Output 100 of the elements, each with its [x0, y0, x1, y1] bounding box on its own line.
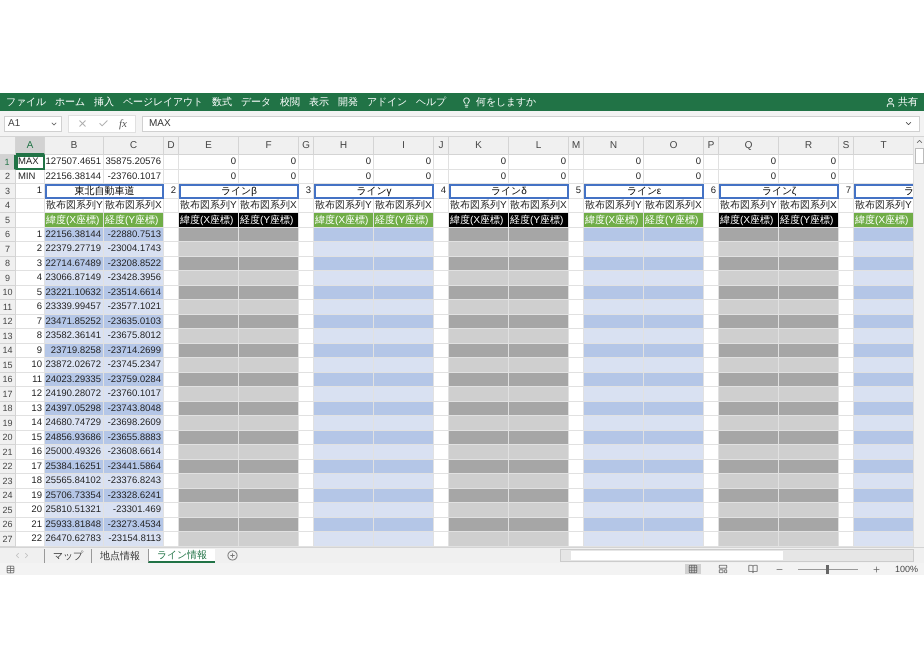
row-header[interactable]: 14	[0, 344, 16, 358]
row-header[interactable]: 5	[0, 213, 16, 228]
row-header[interactable]: 25	[0, 503, 16, 518]
column-header[interactable]: T	[854, 137, 914, 155]
column-header[interactable]: A	[16, 137, 45, 155]
tell-me-search[interactable]: 何をしますか	[461, 95, 536, 109]
row-header[interactable]: 8	[0, 256, 16, 271]
row-header[interactable]: 2	[0, 170, 16, 184]
line-title: ラインβ	[179, 184, 299, 198]
table-cell: 19	[16, 488, 45, 503]
previous-sheet-icon[interactable]	[13, 551, 22, 560]
column-header[interactable]: I	[374, 137, 434, 155]
row-header[interactable]: 27	[0, 532, 16, 546]
sheet-tab[interactable]: ライン情報	[148, 548, 215, 562]
row-header[interactable]: 4	[0, 198, 16, 213]
column-header[interactable]: C	[104, 137, 164, 155]
row-header[interactable]: 20	[0, 430, 16, 445]
zoom-level: 100%	[894, 564, 918, 574]
column-header[interactable]: H	[314, 137, 374, 155]
row-header[interactable]: 21	[0, 445, 16, 460]
ribbon-tab[interactable]: 表示	[309, 95, 329, 109]
row-header[interactable]: 3	[0, 184, 16, 198]
row-header[interactable]: 19	[0, 416, 16, 430]
column-header[interactable]: P	[704, 137, 719, 155]
row-header[interactable]: 7	[0, 242, 16, 256]
formula-field[interactable]: MAX	[142, 116, 920, 132]
vertical-scrollbar[interactable]	[913, 137, 924, 547]
table-cell: 散布図系列X	[644, 198, 704, 213]
ribbon-tab[interactable]: ホーム	[55, 95, 85, 109]
column-header[interactable]: K	[449, 137, 509, 155]
column-header[interactable]: F	[239, 137, 299, 155]
column-header[interactable]: S	[839, 137, 854, 155]
ribbon-tab[interactable]: 開発	[338, 95, 358, 109]
table-cell: 24190.28072	[45, 387, 104, 402]
table-cell: -23208.8522	[104, 256, 164, 271]
row-header[interactable]: 24	[0, 488, 16, 503]
row-header[interactable]: 23	[0, 474, 16, 488]
normal-view-button[interactable]	[684, 564, 701, 574]
horizontal-scrollbar[interactable]	[560, 549, 914, 562]
column-header[interactable]: J	[434, 137, 449, 155]
ribbon-tab[interactable]: 挿入	[94, 95, 114, 109]
row-header[interactable]: 17	[0, 387, 16, 402]
check-icon[interactable]	[98, 118, 109, 129]
ribbon-tab[interactable]: アドイン	[367, 95, 407, 109]
row-header[interactable]: 22	[0, 460, 16, 474]
row-header[interactable]: 11	[0, 300, 16, 314]
user-icon	[885, 96, 896, 108]
scrollbar-thumb[interactable]	[914, 148, 924, 164]
table-cell: 0	[374, 170, 434, 184]
row-header[interactable]: 12	[0, 314, 16, 329]
header-cell: 経度(Y座標)	[779, 213, 839, 228]
header-cell: 緯度(X座標)	[854, 213, 914, 228]
cancel-icon[interactable]	[77, 118, 88, 129]
table-cell: 3	[299, 184, 314, 198]
column-header[interactable]: B	[45, 137, 104, 155]
column-header[interactable]: O	[644, 137, 704, 155]
row-header[interactable]: 15	[0, 358, 16, 372]
row-header[interactable]: 6	[0, 228, 16, 242]
zoom-in-icon[interactable]	[872, 564, 881, 574]
scroll-up-icon[interactable]	[914, 137, 924, 146]
ribbon-tab[interactable]: 数式	[212, 95, 232, 109]
row-header[interactable]: 10	[0, 286, 16, 300]
row-header[interactable]: 26	[0, 518, 16, 532]
add-sheet-icon[interactable]	[227, 550, 238, 561]
ribbon-tab[interactable]: データ	[241, 95, 271, 109]
share-button[interactable]: 共有	[885, 95, 918, 109]
ribbon-tab[interactable]: ファイル	[6, 95, 46, 109]
table-cell: -22880.7513	[104, 228, 164, 242]
table-cell: 0	[509, 170, 569, 184]
ribbon-tab[interactable]: 校閲	[280, 95, 300, 109]
table-cell: 0	[584, 170, 644, 184]
row-header[interactable]: 1	[0, 155, 16, 170]
name-box[interactable]: A1	[4, 116, 62, 132]
column-header[interactable]: G	[299, 137, 314, 155]
table-cell: -23376.8243	[104, 474, 164, 488]
column-header[interactable]: M	[569, 137, 584, 155]
table-cell: 5	[16, 286, 45, 300]
table-cell: 1	[16, 184, 45, 198]
row-header[interactable]: 13	[0, 329, 16, 344]
ribbon-tab[interactable]: ページレイアウト	[123, 95, 203, 109]
table-cell: -23273.4534	[104, 518, 164, 532]
ribbon-tab[interactable]: ヘルプ	[416, 95, 446, 109]
header-cell: 経度(Y座標)	[104, 213, 164, 228]
table-cell: 23872.02672	[45, 358, 104, 372]
header-cell: 緯度(X座標)	[719, 213, 779, 228]
header-cell: 経度(Y座標)	[239, 213, 299, 228]
table-cell: 25000.49326	[45, 445, 104, 460]
column-header[interactable]: D	[164, 137, 179, 155]
column-header[interactable]: N	[584, 137, 644, 155]
column-header[interactable]: Q	[719, 137, 779, 155]
next-sheet-icon[interactable]	[22, 551, 31, 560]
column-header[interactable]: R	[779, 137, 839, 155]
row-header[interactable]: 9	[0, 271, 16, 286]
table-cell: 6	[704, 184, 719, 198]
column-header[interactable]: E	[179, 137, 239, 155]
column-header[interactable]: L	[509, 137, 569, 155]
row-header[interactable]: 16	[0, 372, 16, 387]
slider-thumb[interactable]	[826, 564, 830, 574]
row-header[interactable]: 18	[0, 402, 16, 416]
insert-function-button[interactable]: fx	[119, 118, 127, 130]
